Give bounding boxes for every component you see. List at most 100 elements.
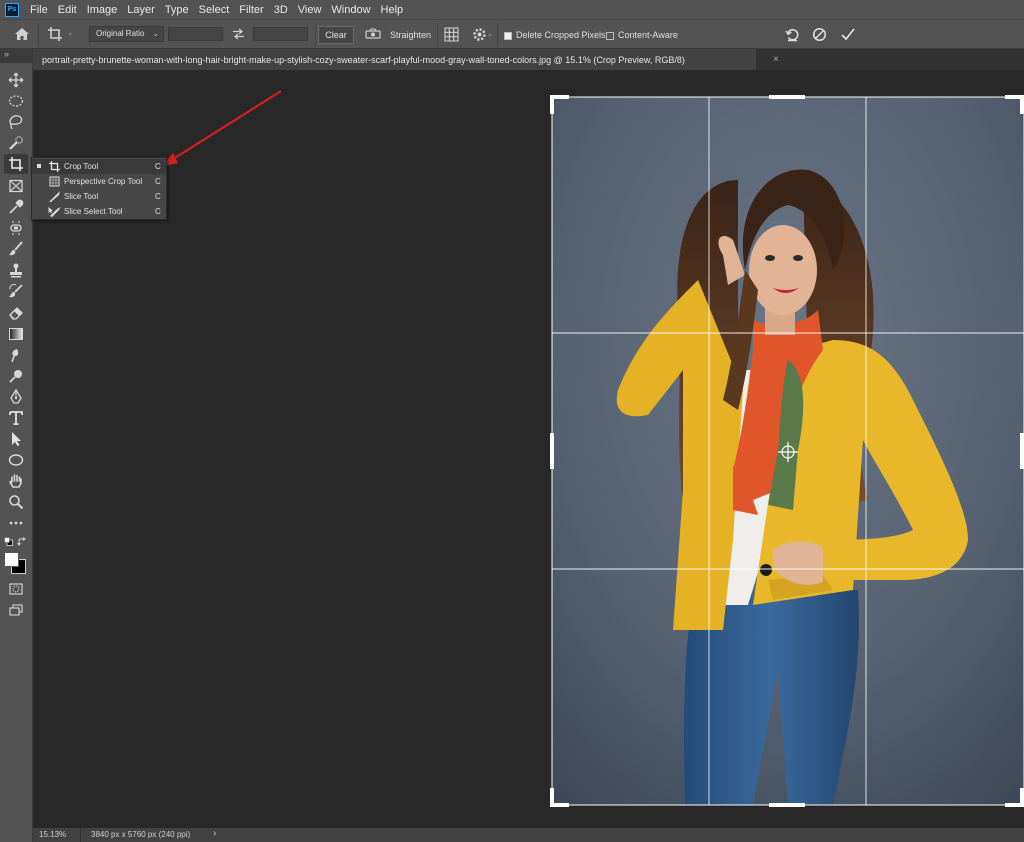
hand-tool[interactable] [4,471,28,491]
content-aware-label: Content-Aware [618,30,678,40]
lasso-tool[interactable] [4,112,28,132]
crop-preset-icon[interactable] [47,26,65,42]
type-t-icon [9,411,23,425]
pen-tool[interactable] [4,387,28,407]
menu-file[interactable]: File [25,4,53,16]
ratio-dropdown[interactable]: Original Ratio ⌄ [89,26,164,42]
clone-stamp-tool[interactable] [4,260,28,280]
home-icon[interactable] [14,27,30,41]
width-input[interactable] [168,27,223,41]
history-brush-tool[interactable] [4,281,28,301]
checkbox-checked-icon[interactable] [504,31,512,40]
shape-tool[interactable] [4,450,28,470]
default-colors-icon[interactable] [4,537,13,546]
crop-tool[interactable] [4,154,28,174]
more-dots-icon [9,521,23,525]
move-tool[interactable] [4,70,28,90]
move-icon [8,72,24,88]
swap-colors-icon[interactable] [17,537,27,547]
crop-icon [49,161,60,172]
document-canvas[interactable] [33,70,1024,828]
flyout-item-label: Slice Tool [64,192,99,201]
straighten-label[interactable]: Straighten [390,30,431,40]
quick-selection-tool[interactable] [4,133,28,153]
foreground-color-swatch[interactable] [4,552,19,567]
dodge-tool[interactable] [4,366,28,386]
eraser-icon [9,307,23,320]
eyedropper-tool[interactable] [4,197,28,217]
chevron-down-icon[interactable]: ⌄ [67,28,74,37]
document-tab[interactable]: portrait-pretty-brunette-woman-with-long… [33,49,756,70]
annotation-arrow-icon [161,90,282,167]
bandage-icon [10,221,22,235]
ellipse-shape-icon [8,454,24,466]
collapse-panel-icon[interactable]: » [4,49,9,59]
flyout-item-label: Crop Tool [64,162,99,171]
cancel-icon[interactable] [812,27,827,42]
photoshop-logo-icon[interactable]: Ps [5,2,19,17]
gradient-tool[interactable] [4,324,28,344]
ratio-dropdown-label: Original Ratio [96,29,145,38]
menu-bar: Ps File Edit Image Layer Type Select Fil… [0,0,1024,19]
frame-tool[interactable] [4,176,28,196]
crop-icon [9,157,23,171]
status-bar: 15.13% 3840 px x 5760 px (240 ppi) › [33,828,1024,842]
flyout-item-slice-select-tool[interactable]: Slice Select Tool C [32,204,166,219]
close-icon[interactable]: × [773,54,779,65]
menu-3d[interactable]: 3D [269,4,293,16]
menu-filter[interactable]: Filter [234,4,268,16]
flyout-item-label: Slice Select Tool [64,207,123,216]
gear-icon[interactable] [472,27,487,42]
menu-window[interactable]: Window [326,4,375,16]
menu-layer[interactable]: Layer [122,4,160,16]
swap-arrows-icon[interactable] [232,28,245,40]
chevron-down-icon: ⌄ [152,29,159,38]
gradient-icon [9,328,23,340]
stamp-icon [10,263,22,278]
edit-toolbar[interactable] [4,513,28,533]
tools-panel [0,63,33,842]
delete-cropped-checkbox[interactable]: Delete Cropped Pixels [504,30,606,40]
path-selection-tool[interactable] [4,429,28,449]
canvas-artwork [550,95,1024,807]
menu-image[interactable]: Image [82,4,123,16]
flyout-item-slice-tool[interactable]: Slice Tool C [32,189,166,204]
clear-button[interactable]: Clear [318,26,354,44]
menu-view[interactable]: View [293,4,327,16]
marquee-tool[interactable] [4,91,28,111]
screen-mode[interactable] [4,600,28,620]
zoom-tool[interactable] [4,492,28,512]
menu-edit[interactable]: Edit [53,4,82,16]
straighten-level-icon[interactable] [365,28,381,40]
elliptical-marquee-icon [8,95,24,107]
delete-cropped-label: Delete Cropped Pixels [516,30,606,40]
hand-icon [9,474,22,488]
reset-icon[interactable] [785,27,800,42]
checkbox-unchecked-icon[interactable] [606,31,614,40]
selected-dot-icon [37,164,41,168]
status-menu-arrow-icon[interactable]: › [213,828,216,839]
flyout-item-crop-tool[interactable]: Crop Tool C [32,159,166,174]
brush-tool[interactable] [4,239,28,259]
zoom-level[interactable]: 15.13% [39,830,66,839]
slice-select-icon [48,207,61,217]
commit-checkmark-icon[interactable] [840,27,856,42]
flyout-item-perspective-crop-tool[interactable]: Perspective Crop Tool C [32,174,166,189]
content-aware-checkbox[interactable]: Content-Aware [606,30,678,40]
type-tool[interactable] [4,408,28,428]
menu-help[interactable]: Help [376,4,409,16]
flyout-item-shortcut: C [155,207,161,216]
healing-brush-tool[interactable] [4,218,28,238]
eraser-tool[interactable] [4,303,28,323]
height-input[interactable] [253,27,308,41]
dodge-icon [9,370,22,383]
flyout-item-label: Perspective Crop Tool [64,177,143,186]
document-tab-title: portrait-pretty-brunette-woman-with-long… [42,54,685,65]
overlay-grid-icon[interactable] [444,27,459,42]
chevron-down-icon[interactable]: ⌄ [487,30,493,38]
brush-icon [9,241,23,256]
blur-tool[interactable] [4,345,28,365]
menu-select[interactable]: Select [194,4,235,16]
menu-type[interactable]: Type [160,4,194,16]
quick-mask-mode[interactable] [4,579,28,599]
